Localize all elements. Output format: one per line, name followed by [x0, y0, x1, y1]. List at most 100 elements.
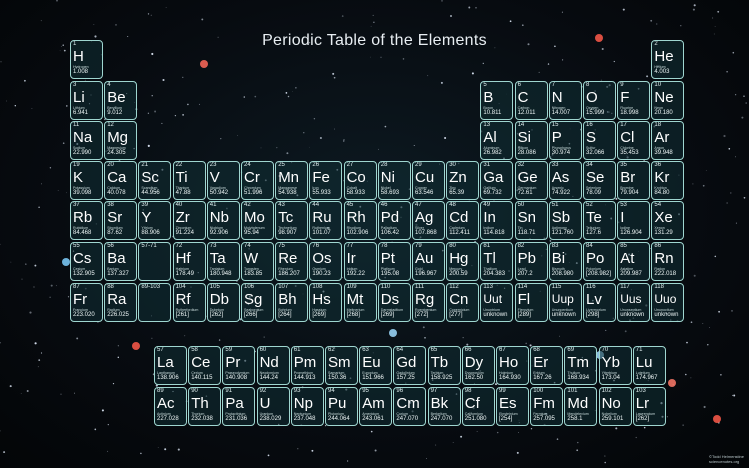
star	[726, 71, 728, 73]
atomic-mass: 232.038	[191, 416, 213, 422]
element-symbol: Au	[415, 250, 434, 267]
atomic-mass: 107.868	[415, 230, 437, 236]
element-symbol: Er	[533, 354, 549, 371]
atomic-mass: 58.933	[346, 190, 365, 196]
atomic-mass: 168.934	[567, 375, 590, 381]
element-cell-yb: 70 Yb Ytterbium 173.04	[598, 346, 632, 385]
atomic-number: 3	[73, 82, 77, 88]
star	[60, 393, 62, 395]
star	[182, 114, 184, 116]
element-cell-mt: 109 Mt Meitnerium [268]	[343, 283, 377, 322]
element-cell-ga: 31 Ga Gallium 69.732	[480, 161, 514, 200]
atomic-number: 64	[396, 347, 404, 353]
star	[0, 342, 1, 344]
atomic-number: 16	[586, 122, 593, 128]
element-cell-lr: 103 Lr Lawrencium [262]	[632, 387, 666, 426]
atomic-mass: 195.08	[380, 271, 400, 277]
atomic-number: 74	[244, 243, 251, 249]
star	[509, 20, 512, 23]
element-symbol: Pm	[293, 354, 317, 371]
star	[41, 183, 42, 185]
element-symbol: Sb	[551, 209, 571, 226]
atomic-mass: 28.086	[517, 150, 536, 156]
atomic-number: 102	[601, 388, 612, 394]
element-cell-pm: 61 Pm Promethium 144.913	[290, 346, 324, 385]
atomic-mass: [269]	[380, 312, 395, 318]
atomic-mass: 138.906	[157, 375, 179, 381]
atomic-number: 86	[654, 243, 662, 249]
atomic-mass: [289]	[517, 312, 531, 318]
star	[496, 431, 499, 434]
atomic-number: 45	[346, 202, 354, 208]
star	[732, 51, 735, 54]
star	[38, 359, 41, 361]
atomic-number: 21	[141, 162, 149, 168]
element-cell-fr: 87 Fr Francium 223.020	[70, 283, 103, 322]
element-symbol: Lu	[635, 354, 653, 371]
element-cell-ds: 110 Ds Darmstadtium [269]	[377, 283, 411, 322]
star	[73, 392, 76, 394]
star	[702, 323, 704, 324]
element-cell-ce: 58 Ce Cerium 140.115	[188, 346, 222, 385]
atomic-number: 28	[380, 162, 388, 168]
element-cell-p: 15 P Phosphorus 30.974	[548, 121, 582, 160]
element-cell-nd: 60 Nd Neodymium 144.24	[256, 346, 290, 385]
atomic-mass: 84.80	[654, 190, 670, 196]
star	[402, 58, 405, 60]
atomic-mass: 51.996	[244, 190, 263, 196]
star	[66, 192, 67, 194]
atomic-number: 75	[278, 243, 285, 249]
element-symbol: Zn	[449, 169, 467, 186]
atomic-number: 104	[175, 284, 186, 290]
element-cell-gd: 64 Gd Gadolinium 157.25	[393, 346, 427, 385]
element-cell-mo: 42 Mo Molybdenum 95.94	[241, 201, 274, 240]
element-cell-pt: 78 Pt Platinum 195.08	[377, 242, 411, 281]
atomic-number: 96	[396, 388, 404, 394]
element-cell-na: 11 Na Sodium 22.990	[70, 121, 103, 160]
element-cell-mn: 25 Mn Manganese 54.938	[275, 161, 309, 200]
atomic-number: 15	[551, 122, 559, 128]
element-cell-zr: 40 Zr Zirconium 91.224	[172, 201, 206, 240]
element-symbol: Ir	[346, 250, 356, 267]
star	[313, 118, 316, 120]
element-cell-hg: 80 Hg Mercury 200.59	[446, 242, 480, 281]
element-cell-h: 1 H Hydrogen 1.008	[70, 40, 103, 79]
element-symbol: Sm	[328, 354, 351, 371]
element-symbol: Bh	[278, 291, 297, 308]
star	[243, 96, 246, 98]
star	[702, 184, 705, 187]
element-symbol: Ne	[654, 89, 674, 106]
atomic-mass: [208.982]	[586, 271, 612, 277]
atomic-number: 59	[225, 347, 233, 353]
element-symbol: O	[586, 89, 598, 106]
star	[9, 385, 12, 388]
star	[525, 342, 527, 345]
star	[343, 140, 345, 142]
page-title: Periodic Table of the Elements	[262, 32, 487, 49]
bright-star	[62, 258, 70, 266]
element-cell-n: 7 N Nitrogen 14.007	[548, 81, 582, 120]
element-cell-hf: 72 Hf Hafnium 178.49	[172, 242, 206, 281]
atomic-mass: 158.925	[430, 375, 453, 381]
star	[576, 449, 579, 452]
atomic-mass: 127.6	[586, 230, 602, 236]
star	[0, 430, 1, 432]
atomic-number: 73	[209, 243, 217, 249]
element-cell-fm: 100 Fm Fermium 257.095	[530, 387, 564, 426]
star	[56, 0, 58, 2]
element-cell-dy: 66 Dy Dysprosium 162.50	[461, 346, 495, 385]
element-cell-er: 68 Er Erbium 167.26	[530, 346, 564, 385]
element-cell-no: 102 No Nobelium 259.101	[598, 387, 632, 426]
atomic-mass: 167.26	[533, 375, 552, 381]
star	[712, 17, 714, 19]
atomic-number: 2	[654, 41, 658, 47]
element-symbol: Pd	[380, 209, 400, 226]
element-cell-al: 13 Al Aluminum 26.982	[480, 121, 514, 160]
atomic-mass: 132.905	[73, 271, 95, 277]
atomic-number: 32	[517, 162, 525, 168]
atomic-number: 77	[346, 243, 354, 249]
atomic-mass: 1.008	[73, 69, 89, 75]
element-cell-mg: 12 Mg Magnesium 24.305	[104, 121, 138, 160]
atomic-mass: 9.012	[107, 110, 123, 116]
element-cell-rf: 104 Rf Rutherfordium [261]	[172, 283, 206, 322]
